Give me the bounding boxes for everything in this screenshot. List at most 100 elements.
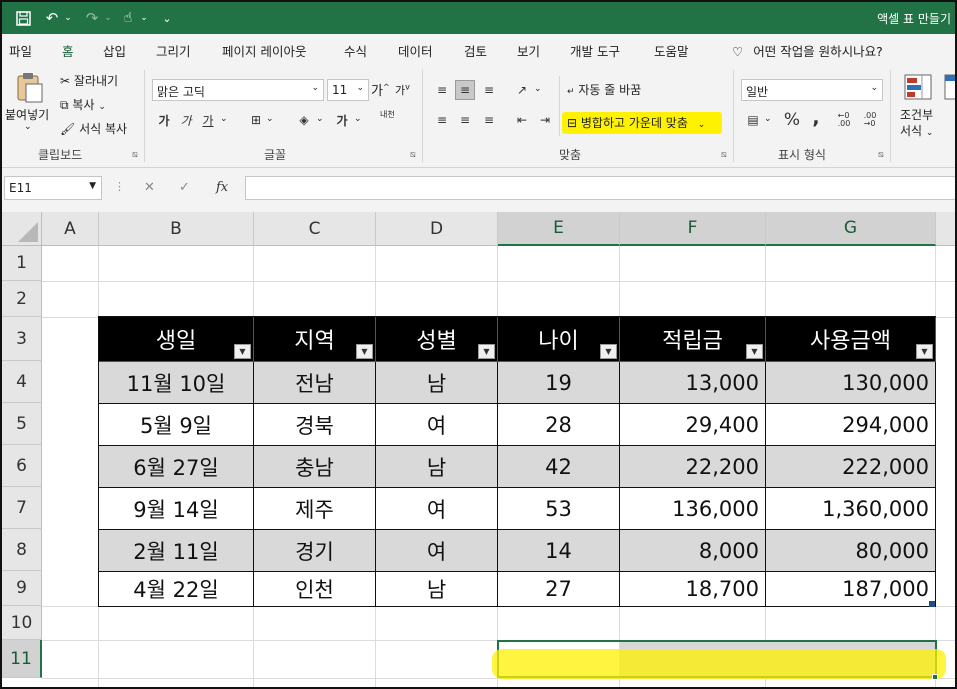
tab-help[interactable]: 도움말 xyxy=(654,41,689,60)
merge-center-button[interactable]: ⊟ 병합하고 가운데 맞춤 ⌄ xyxy=(567,114,705,131)
clipboard-launcher-icon[interactable]: ⧅ xyxy=(132,150,138,160)
tab-home[interactable]: 홈 xyxy=(60,41,75,67)
header-cell-birthday[interactable]: 생일 ▼ xyxy=(99,317,254,362)
format-painter-button[interactable]: 🖌 서식 복사 xyxy=(60,120,127,137)
insert-function-icon[interactable]: fx xyxy=(216,180,228,195)
paste-button[interactable]: 붙여넣기 xyxy=(5,106,49,123)
filter-dropdown-icon[interactable]: ▼ xyxy=(234,344,251,359)
row-header-6[interactable]: 6 xyxy=(2,445,42,487)
currency-icon[interactable]: ▤ xyxy=(743,110,763,130)
column-header-b[interactable]: B xyxy=(99,212,254,246)
underline-dropdown-icon[interactable]: ⌄ xyxy=(220,114,228,124)
table-cell[interactable]: 187,000 xyxy=(766,572,936,607)
table-cell[interactable]: 여 xyxy=(376,530,498,572)
table-cell[interactable]: 4월 22일 xyxy=(99,572,254,607)
tab-data[interactable]: 데이터 xyxy=(398,41,433,60)
touch-mode-icon[interactable]: ☝ xyxy=(118,7,138,29)
column-header-a[interactable]: A xyxy=(42,212,99,246)
row-header-5[interactable]: 5 xyxy=(2,403,42,445)
table-cell[interactable]: 8,000 xyxy=(620,530,766,572)
table-cell[interactable]: 222,000 xyxy=(766,446,936,488)
font-color-dropdown-icon[interactable]: ⌄ xyxy=(354,114,362,124)
underline-button[interactable]: 가 xyxy=(198,110,218,130)
table-cell[interactable]: 28 xyxy=(498,404,620,446)
header-cell-gender[interactable]: 성별 ▼ xyxy=(376,317,498,362)
column-header-c[interactable]: C xyxy=(254,212,376,246)
table-cell[interactable]: 18,700 xyxy=(620,572,766,607)
table-cell[interactable]: 9월 14일 xyxy=(99,488,254,530)
table-cell[interactable]: 남 xyxy=(376,572,498,607)
row-header-3[interactable]: 3 xyxy=(2,317,42,361)
percent-button[interactable]: % xyxy=(782,110,802,130)
row-header-4[interactable]: 4 xyxy=(2,361,42,403)
tell-me-search[interactable]: ♡ 어떤 작업을 원하시나요? xyxy=(732,41,883,60)
table-cell[interactable]: 남 xyxy=(376,446,498,488)
cut-button[interactable]: ✂ 잘라내기 xyxy=(60,72,118,89)
table-cell[interactable]: 남 xyxy=(376,362,498,404)
cancel-icon[interactable]: ✕ xyxy=(144,180,155,195)
bold-button[interactable]: 가 xyxy=(154,110,174,130)
table-cell[interactable]: 5월 9일 xyxy=(99,404,254,446)
row-header-10[interactable]: 10 xyxy=(2,606,42,640)
undo-dropdown-icon[interactable]: ⌄ xyxy=(62,7,74,29)
font-name-select[interactable]: 맑은 고딕 ⌄ xyxy=(152,79,324,101)
font-size-select[interactable]: 11 ⌄ xyxy=(327,79,369,101)
align-center-icon[interactable]: ≡ xyxy=(455,110,475,130)
borders-dropdown-icon[interactable]: ⌄ xyxy=(266,114,274,124)
shrink-font-button[interactable]: 가v xyxy=(395,82,410,98)
borders-icon[interactable]: ⊞ xyxy=(246,110,266,130)
copy-button[interactable]: ⧉ 복사 ⌄ xyxy=(60,96,106,113)
orientation-icon[interactable]: ↗ xyxy=(512,80,532,100)
filter-dropdown-icon[interactable]: ▼ xyxy=(478,344,495,359)
row-header-8[interactable]: 8 xyxy=(2,529,42,571)
filter-dropdown-icon[interactable]: ▼ xyxy=(916,344,933,359)
tab-review[interactable]: 검토 xyxy=(464,41,487,60)
header-cell-points[interactable]: 적립금 ▼ xyxy=(620,317,766,362)
phonetic-button[interactable]: 내천 xyxy=(380,110,395,119)
tab-draw[interactable]: 그리기 xyxy=(156,41,191,60)
tab-file[interactable]: 파일 xyxy=(9,41,32,60)
table-cell[interactable]: 14 xyxy=(498,530,620,572)
table-cell[interactable]: 인천 xyxy=(254,572,376,607)
font-color-icon[interactable]: 가 xyxy=(332,110,352,130)
format-as-table-icon[interactable] xyxy=(944,74,955,100)
table-resize-handle[interactable] xyxy=(929,601,935,607)
number-format-select[interactable]: 일반 ⌄ xyxy=(741,79,883,101)
formula-input[interactable] xyxy=(245,176,955,200)
enter-icon[interactable]: ✓ xyxy=(179,180,190,195)
increase-decimal-icon[interactable]: ←0.00 xyxy=(834,110,854,130)
conditional-formatting-label-2[interactable]: 서식 ⌄ xyxy=(900,122,933,139)
table-cell[interactable]: 19 xyxy=(498,362,620,404)
redo-icon[interactable]: ↷ xyxy=(82,7,102,29)
orientation-dropdown-icon[interactable]: ⌄ xyxy=(534,84,542,94)
table-cell[interactable]: 전남 xyxy=(254,362,376,404)
save-icon[interactable] xyxy=(12,7,34,29)
filter-dropdown-icon[interactable]: ▼ xyxy=(356,344,373,359)
table-cell[interactable]: 제주 xyxy=(254,488,376,530)
table-cell[interactable]: 80,000 xyxy=(766,530,936,572)
header-cell-age[interactable]: 나이 ▼ xyxy=(498,317,620,362)
header-cell-spent[interactable]: 사용금액 ▼ xyxy=(766,317,936,362)
alignment-launcher-icon[interactable]: ⧅ xyxy=(721,150,727,160)
tab-formulas[interactable]: 수식 xyxy=(344,41,367,60)
table-cell[interactable]: 1,360,000 xyxy=(766,488,936,530)
paste-dropdown-icon[interactable]: ⌄ xyxy=(24,122,32,132)
fill-color-icon[interactable]: ◈ xyxy=(294,110,314,130)
conditional-formatting-icon[interactable] xyxy=(904,74,932,100)
tab-developer[interactable]: 개발 도구 xyxy=(570,41,620,60)
row-header-1[interactable]: 1 xyxy=(2,246,42,281)
paste-icon[interactable] xyxy=(14,72,44,104)
align-top-icon[interactable]: ≡ xyxy=(432,80,452,100)
table-cell[interactable]: 42 xyxy=(498,446,620,488)
table-cell[interactable]: 11월 10일 xyxy=(99,362,254,404)
touch-dropdown-icon[interactable]: ⌄ xyxy=(138,7,150,29)
column-header-d[interactable]: D xyxy=(376,212,498,246)
table-cell[interactable]: 2월 11일 xyxy=(99,530,254,572)
table-cell[interactable]: 130,000 xyxy=(766,362,936,404)
filter-dropdown-icon[interactable]: ▼ xyxy=(600,344,617,359)
align-right-icon[interactable]: ≡ xyxy=(479,110,499,130)
table-cell[interactable]: 29,400 xyxy=(620,404,766,446)
align-left-icon[interactable]: ≡ xyxy=(432,110,452,130)
table-cell[interactable]: 6월 27일 xyxy=(99,446,254,488)
decrease-decimal-icon[interactable]: .00 →0 xyxy=(860,110,880,130)
